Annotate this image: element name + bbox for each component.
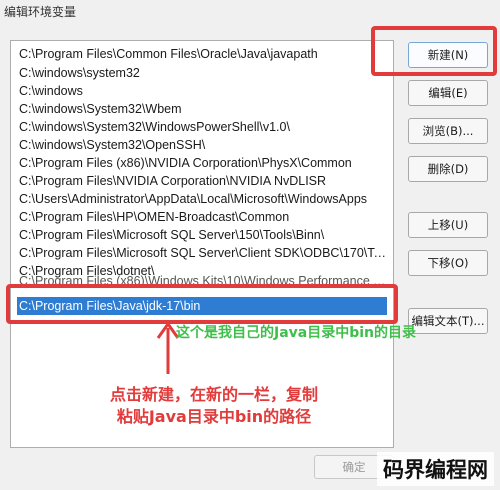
list-item[interactable]: C:\Program Files\HP\OMEN-Broadcast\Commo…	[19, 208, 391, 226]
delete-button[interactable]: 删除(D)	[408, 156, 488, 182]
list-item[interactable]: C:\windows\System32\WindowsPowerShell\v1…	[19, 118, 391, 136]
list-item[interactable]: C:\windows\system32	[19, 64, 391, 82]
list-item[interactable]: C:\Program Files\Microsoft SQL Server\Cl…	[19, 244, 391, 262]
list-item[interactable]: C:\windows\System32\OpenSSH\	[19, 136, 391, 154]
annotation-red-line-2: 粘贴Java目录中bin的路径	[116, 407, 312, 426]
list-item[interactable]: C:\Users\Administrator\AppData\Local\Mic…	[19, 190, 391, 208]
window-title: 编辑环境变量	[4, 5, 77, 19]
move-down-button[interactable]: 下移(O)	[408, 250, 488, 276]
list-item[interactable]: C:\Program Files\Microsoft SQL Server\15…	[19, 226, 391, 244]
watermark: 码界编程网	[377, 452, 494, 486]
edit-button[interactable]: 编辑(E)	[408, 80, 488, 106]
annotation-highlight-new	[371, 26, 497, 76]
annotation-green-text: 这个是我自己的Java目录中bin的目录	[176, 325, 417, 341]
annotation-red-line-1: 点击新建，在新的一栏，复制	[109, 385, 318, 404]
browse-button[interactable]: 浏览(B)...	[408, 118, 488, 144]
annotation-red-text: 点击新建，在新的一栏，复制 粘贴Java目录中bin的路径	[64, 384, 364, 428]
list-item[interactable]: C:\windows	[19, 82, 391, 100]
list-item[interactable]: C:\Program Files\Common Files\Oracle\Jav…	[19, 45, 391, 63]
list-item[interactable]: C:\Program Files (x86)\NVIDIA Corporatio…	[19, 154, 391, 172]
list-item[interactable]: C:\Program Files\NVIDIA Corporation\NVID…	[19, 172, 391, 190]
annotation-highlight-selected	[6, 284, 398, 324]
edit-text-button[interactable]: 编辑文本(T)...	[408, 308, 488, 334]
list-item[interactable]: C:\windows\System32\Wbem	[19, 100, 391, 118]
title-bar: 编辑环境变量	[0, 0, 500, 28]
move-up-button[interactable]: 上移(U)	[408, 212, 488, 238]
